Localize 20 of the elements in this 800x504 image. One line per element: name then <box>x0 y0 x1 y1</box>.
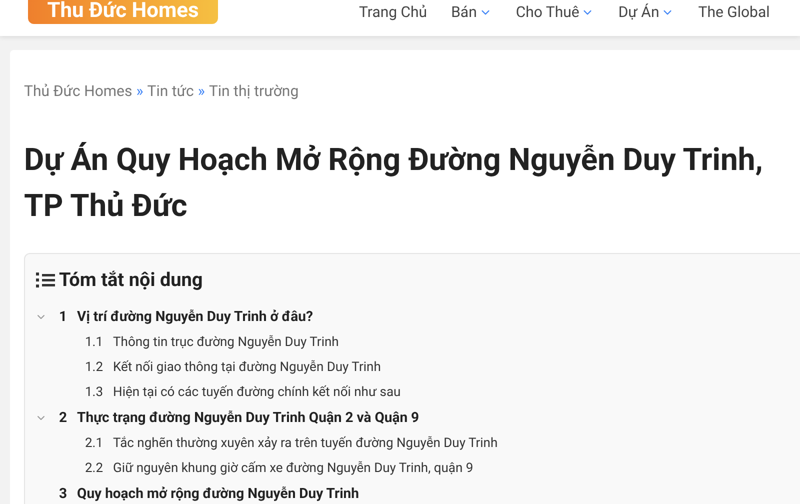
toc-link[interactable]: 1.2 Kết nối giao thông tại đường Nguyễn Duy Trinh <box>85 358 381 378</box>
nav-link[interactable]: The Global <box>698 3 770 21</box>
breadcrumb-separator: » <box>136 81 144 102</box>
toc-link[interactable]: 2.2 Giữ nguyên khung giờ cấm xe đường Nguyễn Duy Trinh, quận 9 <box>85 458 474 478</box>
article-title: Dự Án Quy Hoạch Mở Rộng Đường Nguyễn Duy Trinh, TP Thủ Đức <box>24 140 764 226</box>
nav-link[interactable]: Trang Chủ <box>359 3 428 21</box>
toc-link[interactable]: 1.3 Hiện tại có các tuyến đường chính kết nối như sau <box>85 382 401 402</box>
toc-link[interactable]: 2 Thực trạng đường Nguyễn Duy Trinh Quận 2 và Quận 9 <box>59 408 420 428</box>
toc-title: Tóm tắt nội dung <box>59 266 203 292</box>
nav-link[interactable]: Dự Án <box>618 3 674 21</box>
breadcrumb-link[interactable]: Thủ Đức Homes <box>24 80 132 102</box>
toc-link[interactable]: 2.1 Tắc nghẽn thường xuyên xảy ra trên tuyến đường Nguyễn Duy Trinh <box>85 434 498 454</box>
toc-link[interactable]: 1 Vị trí đường Nguyễn Duy Trinh ở đâu? <box>59 306 313 328</box>
nav-link[interactable]: Cho Thuê <box>516 3 594 21</box>
breadcrumb-separator: » <box>198 81 205 102</box>
toc-link[interactable]: 3 Quy hoạch mở rộng đường Nguyễn Duy Trinh <box>59 484 359 504</box>
breadcrumb-link[interactable]: Tin thị trường <box>208 80 299 102</box>
nav-link[interactable]: Bán <box>451 3 492 21</box>
toc-link[interactable]: 1.1 Thông tin trục đường Nguyễn Duy Trinh <box>85 332 339 352</box>
breadcrumb-link[interactable]: Tin tức <box>147 80 194 102</box>
